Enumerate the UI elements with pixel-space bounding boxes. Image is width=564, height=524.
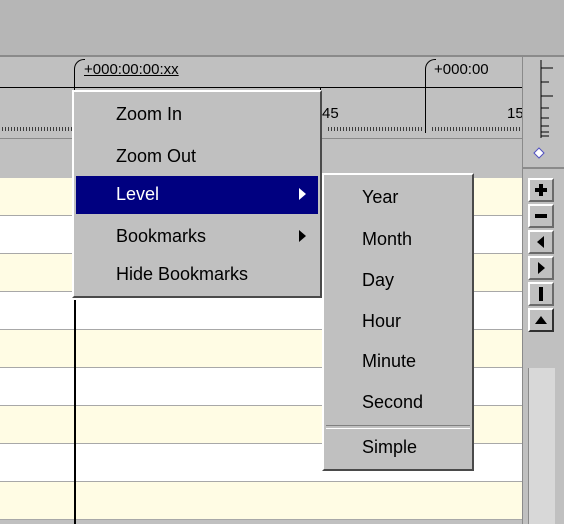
ruler-tick-label: 45 — [322, 105, 339, 122]
ruler-line — [0, 87, 526, 88]
zoom-in-icon[interactable] — [528, 178, 554, 202]
table-row[interactable] — [0, 482, 522, 520]
scroll-right-icon[interactable] — [528, 256, 554, 280]
submenu-item-month[interactable]: Month — [362, 229, 412, 250]
submenu-item-hour[interactable]: Hour — [362, 311, 401, 332]
time-cursor-line[interactable] — [74, 300, 76, 524]
submenu-arrow-icon — [299, 230, 306, 242]
diamond-marker-icon[interactable] — [533, 146, 545, 164]
menu-item-hide-bookmarks[interactable]: Hide Bookmarks — [76, 256, 318, 296]
submenu-item-second[interactable]: Second — [362, 392, 423, 413]
ruler-ticks — [2, 127, 72, 131]
submenu-item-simple[interactable]: Simple — [362, 437, 417, 458]
menu-item-zoom-in[interactable]: Zoom In — [76, 94, 318, 134]
menu-separator — [326, 425, 470, 429]
submenu-item-minute[interactable]: Minute — [362, 351, 416, 372]
ruler-time-label-right: +000:00 — [434, 61, 489, 78]
menu-item-label: Bookmarks — [116, 226, 207, 246]
vertical-scrollbar-track[interactable] — [528, 368, 555, 524]
ruler-ticks — [432, 127, 520, 131]
ruler-time-label-left: +000:00:00:xx — [84, 61, 179, 78]
zoom-scale — [540, 60, 554, 138]
title-strip — [0, 0, 564, 55]
menu-item-zoom-out[interactable]: Zoom Out — [76, 136, 318, 176]
context-menu: Zoom In Zoom Out Level Bookmarks Hide Bo… — [72, 90, 322, 298]
scroll-left-icon[interactable] — [528, 230, 554, 254]
menu-item-label: Level — [116, 184, 160, 204]
scroll-up-icon[interactable] — [528, 308, 554, 332]
ruler-ticks — [328, 127, 422, 131]
pause-icon[interactable] — [528, 282, 554, 306]
menu-item-bookmarks[interactable]: Bookmarks — [76, 216, 318, 256]
level-submenu: Year Month Day Hour Minute Second Simple — [322, 173, 474, 471]
zoom-out-icon[interactable] — [528, 204, 554, 228]
ruler-divider — [425, 87, 426, 133]
submenu-item-year[interactable]: Year — [362, 187, 398, 208]
divider — [522, 167, 564, 169]
submenu-arrow-icon — [299, 188, 306, 200]
menu-item-level[interactable]: Level — [76, 176, 318, 214]
submenu-item-day[interactable]: Day — [362, 270, 394, 291]
